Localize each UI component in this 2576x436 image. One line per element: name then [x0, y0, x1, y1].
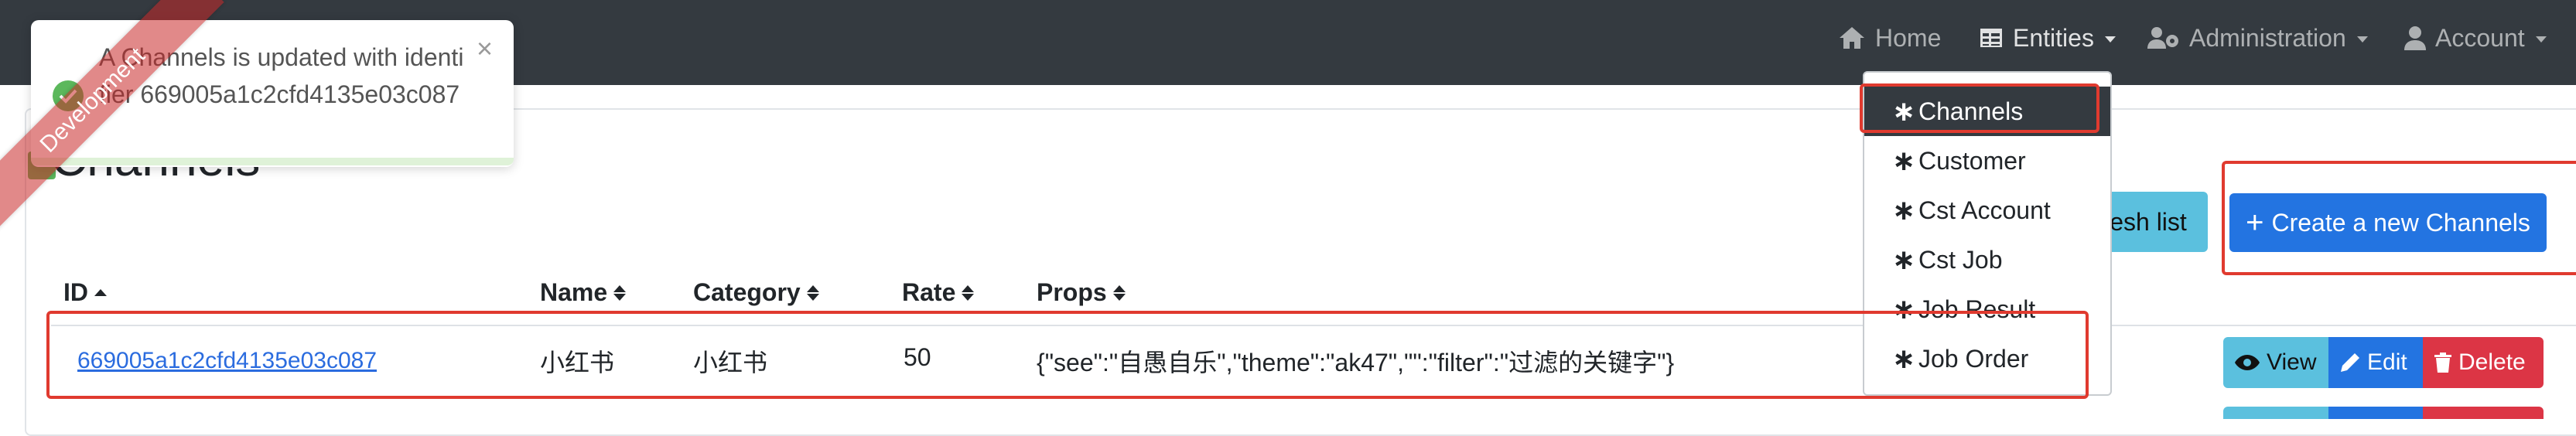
caret-down-icon — [2104, 36, 2116, 43]
column-header-label: Category — [693, 278, 801, 306]
nav-account[interactable]: Account — [2404, 20, 2547, 56]
user-icon — [2404, 26, 2426, 50]
annotation-box-create — [2222, 161, 2576, 275]
nav-entities[interactable]: Entities — [1979, 20, 2116, 56]
menu-item-customer[interactable]: ∗ Customer — [1864, 136, 2110, 186]
table-icon — [1980, 29, 2002, 47]
asterisk-icon: ∗ — [1892, 194, 1916, 226]
nav-home-label: Home — [1875, 23, 1942, 52]
column-header-rate[interactable]: Rate — [902, 278, 975, 307]
home-icon — [1840, 27, 1864, 49]
caret-down-icon — [2356, 36, 2368, 43]
sort-asc-icon — [94, 289, 107, 296]
users-cog-icon — [2147, 27, 2178, 49]
pencil-icon — [2341, 353, 2359, 372]
asterisk-icon: ∗ — [1892, 244, 1916, 275]
column-header-id[interactable]: ID — [63, 278, 107, 307]
sort-icon — [613, 284, 627, 301]
sort-icon — [962, 284, 975, 301]
menu-item-label: Cst Job — [1918, 245, 2003, 274]
view-button[interactable]: View — [2223, 337, 2328, 388]
eye-icon — [2235, 355, 2260, 370]
dev-ribbon-container: Development — [0, 0, 248, 247]
next-row-view-button[interactable] — [2223, 407, 2328, 419]
next-row-delete-button[interactable] — [2423, 407, 2544, 419]
refresh-list-label: esh list — [2110, 207, 2187, 236]
caret-down-icon — [2535, 36, 2547, 43]
edit-label: Edit — [2367, 349, 2407, 375]
annotation-box-channels — [1860, 83, 2099, 133]
column-header-name[interactable]: Name — [540, 278, 627, 307]
dev-ribbon-label: Development — [35, 43, 150, 158]
column-header-label: Props — [1037, 278, 1107, 306]
menu-item-label: Cst Account — [1918, 196, 2051, 224]
menu-item-cst-account[interactable]: ∗ Cst Account — [1864, 186, 2110, 235]
nav-administration[interactable]: Administration — [2147, 20, 2368, 56]
close-icon[interactable]: × — [477, 32, 493, 65]
asterisk-icon: ∗ — [1892, 145, 1916, 176]
next-row-edit-button[interactable] — [2328, 407, 2423, 419]
nav-administration-label: Administration — [2189, 23, 2346, 52]
sort-icon — [806, 284, 819, 301]
dev-ribbon: Development — [0, 0, 224, 232]
trash-icon — [2434, 353, 2451, 373]
column-header-props[interactable]: Props — [1037, 278, 1126, 307]
column-header-label: Name — [540, 278, 608, 306]
column-header-label: Rate — [902, 278, 956, 306]
view-label: View — [2267, 349, 2317, 375]
sort-icon — [1112, 284, 1126, 301]
menu-item-label: Customer — [1918, 146, 2026, 175]
delete-button[interactable]: Delete — [2423, 337, 2544, 388]
column-header-category[interactable]: Category — [693, 278, 819, 307]
nav-account-label: Account — [2435, 23, 2525, 52]
column-header-label: ID — [63, 278, 88, 306]
delete-label: Delete — [2458, 349, 2526, 375]
annotation-box-row — [46, 311, 2089, 399]
edit-button[interactable]: Edit — [2328, 337, 2423, 388]
nav-home[interactable]: Home — [1838, 20, 1941, 56]
menu-item-cst-job[interactable]: ∗ Cst Job — [1864, 235, 2110, 284]
nav-entities-label: Entities — [2013, 23, 2094, 52]
